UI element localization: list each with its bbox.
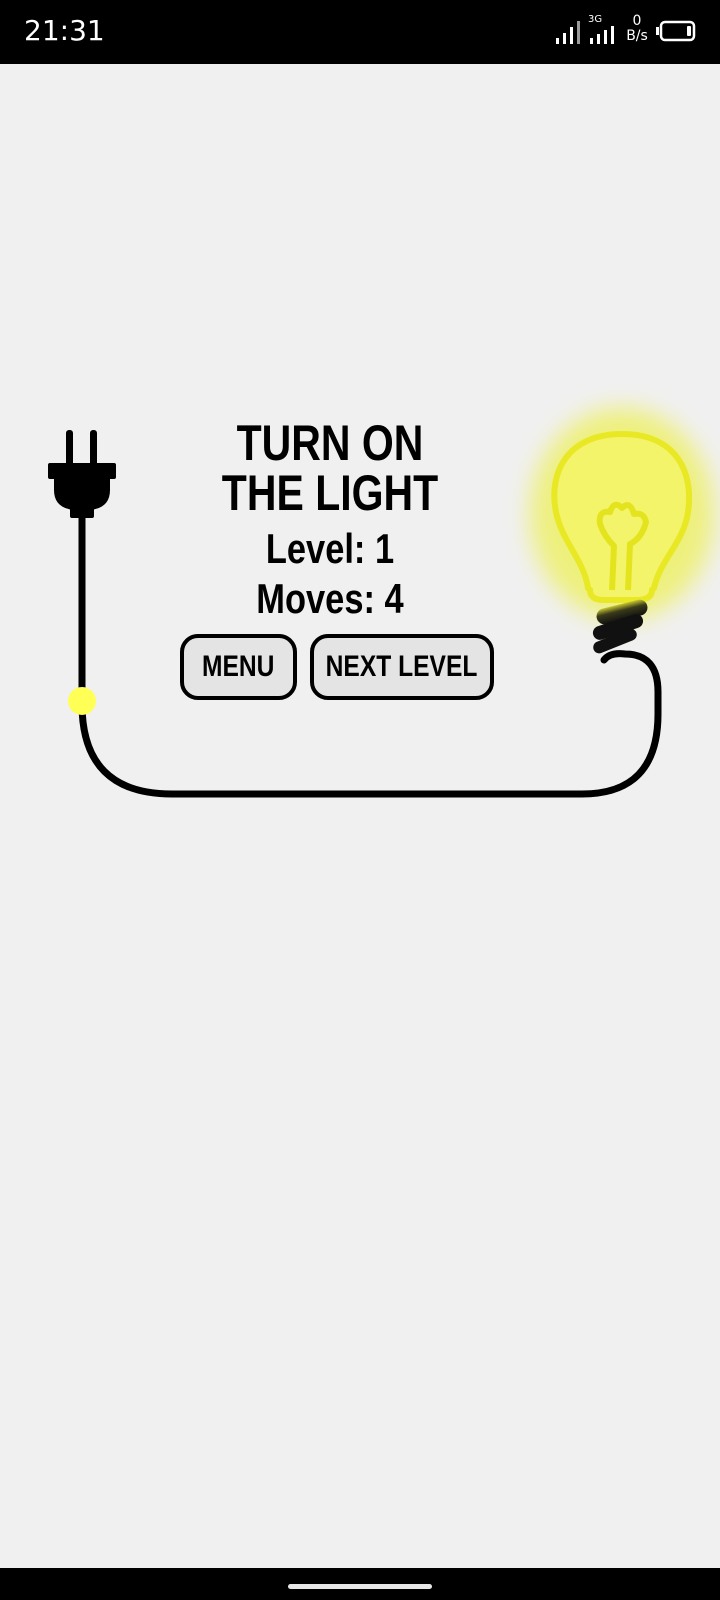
net-speed-unit: B/s xyxy=(626,28,648,44)
signal-icon xyxy=(556,21,580,44)
next-level-button[interactable]: NEXT LEVEL xyxy=(310,634,494,700)
battery-icon xyxy=(656,20,696,42)
light-bulb-icon[interactable] xyxy=(530,408,714,655)
plug-icon xyxy=(48,430,116,518)
menu-button-label: MENU xyxy=(202,650,275,683)
power-node-icon[interactable] xyxy=(68,687,96,715)
status-bar: 21:31 3G 0 B/s xyxy=(0,0,720,64)
moves-counter: Moves: 4 xyxy=(256,575,404,622)
menu-button[interactable]: MENU xyxy=(180,634,297,700)
next-level-button-label: NEXT LEVEL xyxy=(326,650,478,683)
net-speed: 0 B/s xyxy=(620,14,654,44)
navigation-bar xyxy=(0,1568,720,1600)
game-scene xyxy=(48,408,714,798)
home-gesture-pill[interactable] xyxy=(288,1584,432,1589)
level-label: Level: 1 xyxy=(265,525,395,572)
network-type-label: 3G xyxy=(588,14,603,25)
signal-3g-icon xyxy=(590,26,614,44)
status-time: 21:31 xyxy=(24,14,105,47)
game-area: TURN ON THE LIGHT Level: 1 Moves: 4 MENU… xyxy=(0,64,720,1568)
net-speed-value: 0 xyxy=(632,13,642,29)
game-title-line-1: TURN ON xyxy=(236,415,424,471)
game-title-line-2: THE LIGHT xyxy=(221,465,439,521)
